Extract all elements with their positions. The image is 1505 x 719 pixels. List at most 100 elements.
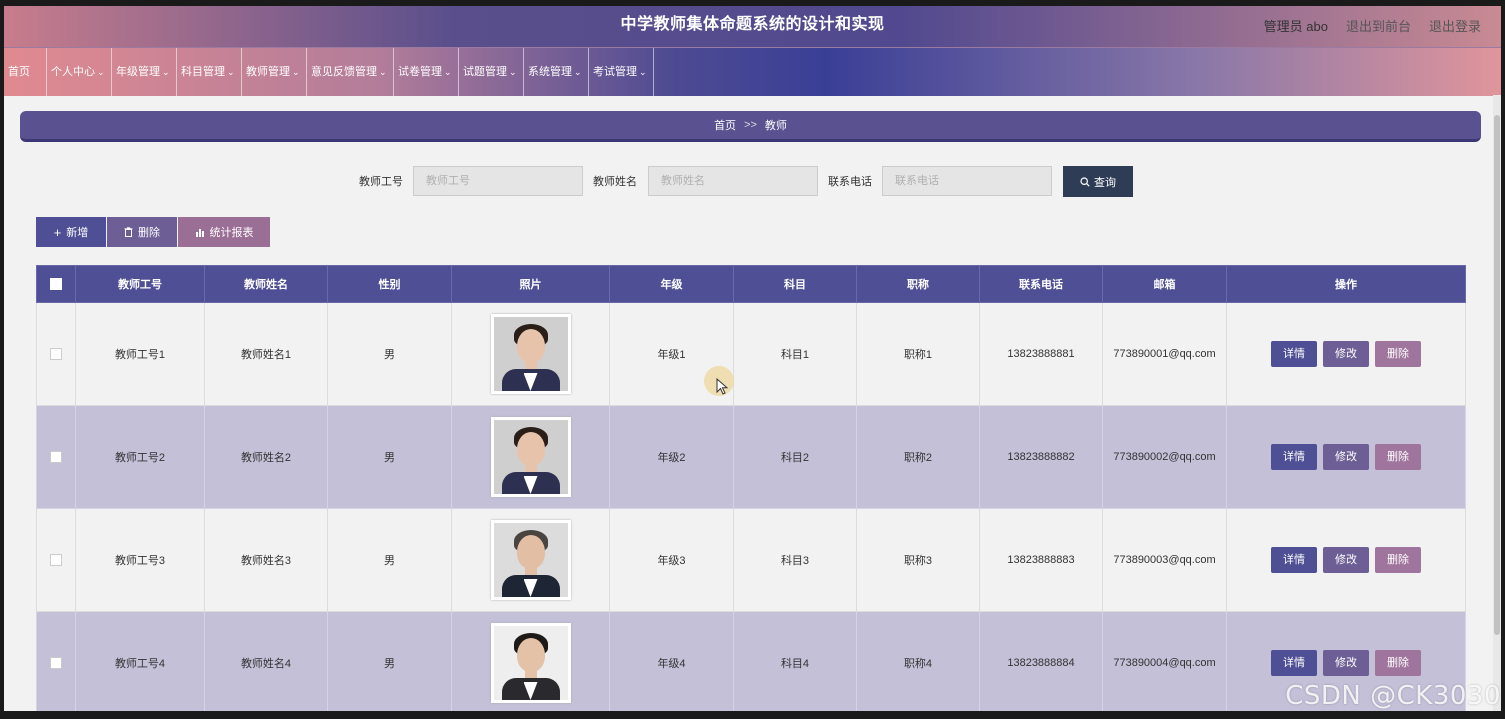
stats-report-button[interactable]: 统计报表 [178, 217, 270, 247]
logout-link[interactable]: 退出登录 [1429, 16, 1481, 35]
subject-cell: 科目3 [733, 508, 857, 612]
top-links: 管理员 abo 退出到前台 退出登录 [1264, 6, 1481, 44]
search-bar: 教师工号 教师姓名 联系电话 查询 [4, 166, 1501, 198]
email-text: 773890003@qq.com [1113, 554, 1216, 566]
detail-button[interactable]: 详情 [1271, 650, 1317, 676]
batch-delete-button[interactable]: 删除 [107, 217, 177, 247]
email-text: 773890004@qq.com [1113, 657, 1216, 669]
teacher-id-input[interactable] [413, 166, 583, 196]
col-header[interactable]: 年级 [609, 265, 734, 303]
nav-item[interactable]: 个人中心 ⌄ [47, 48, 112, 96]
nav-item[interactable]: 科目管理 ⌄ [177, 48, 242, 96]
nav-item[interactable]: 教师管理 ⌄ [242, 48, 307, 96]
teacher-id-cell: 教师工号4 [75, 611, 205, 711]
edit-button[interactable]: 修改 [1323, 444, 1369, 470]
teacher-name-cell: 教师姓名4 [204, 611, 328, 711]
subject-cell: 科目1 [733, 302, 857, 406]
edit-button[interactable]: 修改 [1323, 650, 1369, 676]
phone-input[interactable] [882, 166, 1052, 196]
scrollbar-thumb[interactable] [1494, 115, 1500, 635]
nav-item-label: 教师管理 [246, 66, 290, 78]
col-header[interactable]: 邮箱 [1102, 265, 1227, 303]
delete-button[interactable]: 删除 [1375, 547, 1421, 573]
teacher-table: 教师工号 教师姓名 性别 照片 年级 科目 职称 联系电话 邮箱 操作 教师工号… [36, 265, 1466, 711]
col-header[interactable]: 职称 [856, 265, 980, 303]
teacher-id-label: 教师工号 [359, 176, 403, 188]
nav-item-label: 首页 [8, 66, 30, 78]
detail-button[interactable]: 详情 [1271, 341, 1317, 367]
email-text: 773890002@qq.com [1113, 451, 1216, 463]
row-select-cell [36, 302, 76, 406]
email-cell: 773890004@qq.com [1102, 611, 1227, 711]
photo-cell [451, 302, 610, 406]
nav-item-label: 系统管理 [528, 66, 572, 78]
select-all-checkbox[interactable] [50, 278, 62, 291]
nav-item[interactable]: 年级管理 ⌄ [112, 48, 177, 96]
nav-item[interactable]: 试题管理 ⌄ [459, 48, 524, 96]
phone-cell: 13823888883 [979, 508, 1103, 612]
delete-button[interactable]: 删除 [1375, 650, 1421, 676]
nav-item-label: 个人中心 [51, 66, 95, 78]
photo-cell [451, 508, 610, 612]
bar-chart-icon [195, 228, 204, 237]
table-header-row: 教师工号 教师姓名 性别 照片 年级 科目 职称 联系电话 邮箱 操作 [36, 265, 1466, 303]
teacher-photo[interactable] [490, 417, 571, 497]
edit-button[interactable]: 修改 [1323, 547, 1369, 573]
add-button-label: 新增 [66, 227, 89, 239]
table-row: 教师工号4 教师姓名4 男 年级4 科目4 职称4 13823888884 773890004… [36, 611, 1466, 711]
chevron-down-icon: ⌄ [509, 67, 517, 77]
detail-button[interactable]: 详情 [1271, 547, 1317, 573]
breadcrumb-home[interactable]: 首页 [714, 117, 736, 133]
mouse-pointer-icon [716, 378, 728, 395]
vertical-scrollbar[interactable] [1493, 95, 1501, 711]
back-to-front-link[interactable]: 退出到前台 [1346, 16, 1411, 35]
nav-item[interactable]: 考试管理 ⌄ [589, 48, 654, 96]
teacher-name-cell: 教师姓名3 [204, 508, 328, 612]
delete-button[interactable]: 删除 [1375, 341, 1421, 367]
breadcrumb-separator: >> [744, 119, 757, 131]
gender-cell: 男 [327, 611, 452, 711]
teacher-name-input[interactable] [648, 166, 818, 196]
row-select-cell [36, 508, 76, 612]
photo-cell [451, 611, 610, 711]
teacher-photo[interactable] [490, 520, 571, 600]
chevron-down-icon: ⌄ [97, 67, 105, 77]
row-checkbox[interactable] [50, 554, 62, 567]
chevron-down-icon: ⌄ [639, 67, 647, 77]
teacher-photo[interactable] [490, 623, 571, 703]
photo-cell [451, 405, 610, 509]
delete-button[interactable]: 删除 [1375, 444, 1421, 470]
query-button[interactable]: 查询 [1063, 166, 1133, 197]
nav-item[interactable]: 试卷管理 ⌄ [394, 48, 459, 96]
trash-icon [124, 227, 133, 237]
detail-button[interactable]: 详情 [1271, 444, 1317, 470]
teacher-photo[interactable] [490, 314, 571, 394]
col-header[interactable]: 科目 [733, 265, 857, 303]
add-button[interactable]: + 新增 [36, 217, 106, 247]
nav-item[interactable]: 首页 [4, 48, 47, 96]
operations-cell: 详情 修改 删除 [1226, 302, 1466, 406]
edit-button[interactable]: 修改 [1323, 341, 1369, 367]
watermark: CSDN @CK3030 [1285, 681, 1501, 711]
email-cell: 773890002@qq.com [1102, 405, 1227, 509]
col-header[interactable]: 联系电话 [979, 265, 1103, 303]
subject-cell: 科目2 [733, 405, 857, 509]
table-row: 教师工号3 教师姓名3 男 年级3 科目3 职称3 13823888883 773890003… [36, 508, 1466, 612]
nav-item[interactable]: 意见反馈管理 ⌄ [307, 48, 394, 96]
nav-item[interactable]: 系统管理 ⌄ [524, 48, 589, 96]
nav-items: 首页 个人中心 ⌄ 年级管理 ⌄ 科目管理 ⌄ 教师管理 ⌄ 意见反馈管理 ⌄ 试卷管理 ⌄ 试题管理 ⌄ 系… [4, 48, 1501, 96]
teacher-name-cell: 教师姓名2 [204, 405, 328, 509]
col-header[interactable]: 教师姓名 [204, 265, 328, 303]
teacher-id-cell: 教师工号2 [75, 405, 205, 509]
current-user: 管理员 abo [1263, 18, 1328, 34]
row-checkbox[interactable] [50, 451, 62, 464]
row-checkbox[interactable] [50, 657, 62, 670]
row-checkbox[interactable] [50, 348, 62, 361]
title-cell: 职称3 [856, 508, 980, 612]
col-header[interactable]: 教师工号 [75, 265, 205, 303]
gender-cell: 男 [327, 405, 452, 509]
phone-label: 联系电话 [828, 176, 872, 188]
col-header[interactable]: 性别 [327, 265, 452, 303]
teacher-id-cell: 教师工号1 [75, 302, 205, 406]
grade-cell: 年级4 [609, 611, 734, 711]
